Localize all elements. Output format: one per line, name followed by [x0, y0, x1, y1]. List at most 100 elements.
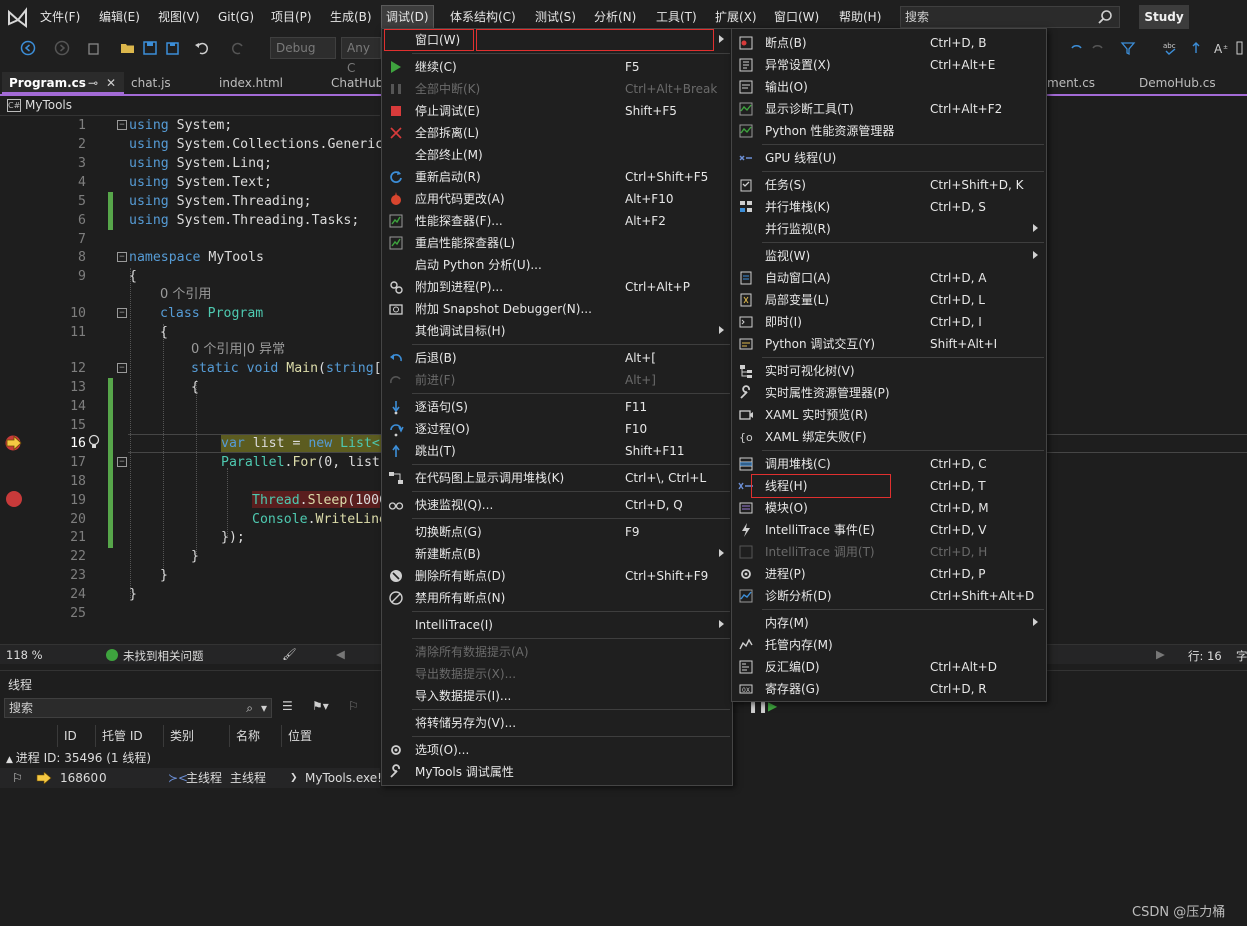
close-icon[interactable]: ✕	[106, 72, 116, 94]
menu-item-memory[interactable]: 内存(M)	[732, 612, 1046, 634]
menu-tools[interactable]: 工具(T)	[652, 7, 701, 27]
menu-item-toggle-breakpoint[interactable]: 切换断点(G) F9	[382, 521, 732, 543]
zoom-dropdown[interactable]: 118 %	[6, 648, 43, 662]
menu-item-import-data-tips[interactable]: 导入数据提示(I)...	[382, 685, 732, 707]
menu-item-registers[interactable]: 0X 寄存器(G) Ctrl+D, R	[732, 678, 1046, 700]
menu-item-tasks[interactable]: 任务(S) Ctrl+Shift+D, K	[732, 174, 1046, 196]
group-icon[interactable]: ☰	[282, 699, 293, 713]
breakpoint-icon[interactable]	[6, 491, 22, 507]
menu-item-save-dump-as[interactable]: 将转储另存为(V)...	[382, 712, 732, 734]
tab-chat-js[interactable]: chat.js	[124, 72, 212, 94]
scroll-left-icon[interactable]: ◀	[336, 647, 345, 661]
menu-git[interactable]: Git(G)	[214, 7, 258, 27]
menu-item-apply-code-changes[interactable]: 应用代码更改(A) Alt+F10	[382, 188, 732, 210]
platform-dropdown[interactable]: Any C	[341, 37, 381, 75]
save-all-icon[interactable]	[164, 40, 180, 56]
brush-icon[interactable]: 🖌	[282, 647, 297, 661]
menu-item-disassembly[interactable]: 反汇编(D) Ctrl+Alt+D	[732, 656, 1046, 678]
menu-item-python-interactive[interactable]: Python 调试交互(Y) Shift+Alt+I	[732, 333, 1046, 355]
menu-item-gpu-threads[interactable]: GPU 线程(U)	[732, 147, 1046, 169]
menu-item-live-visual-tree[interactable]: 实时可视化树(V)	[732, 360, 1046, 382]
menu-item-new-breakpoint[interactable]: 新建断点(B)	[382, 543, 732, 565]
menu-item-processes[interactable]: 进程(P) Ctrl+D, P	[732, 563, 1046, 585]
filter-flag-icon[interactable]: ⚐	[348, 699, 359, 713]
menu-item-other-debug-targets[interactable]: 其他调试目标(H)	[382, 320, 732, 342]
menu-item-step-over[interactable]: 逐过程(O) F10	[382, 418, 732, 440]
column-id[interactable]: ID	[58, 725, 96, 747]
column-category[interactable]: 类别	[164, 725, 230, 747]
menu-item-intellitrace[interactable]: IntelliTrace(I)	[382, 614, 732, 636]
pin-icon[interactable]: ⊸	[88, 72, 98, 94]
process-group-row[interactable]: ▲ 进程 ID: 35496 (1 线程)	[6, 749, 151, 766]
menu-view[interactable]: 视图(V)	[154, 7, 204, 27]
text-up-icon[interactable]	[1192, 40, 1208, 56]
open-folder-icon[interactable]	[120, 40, 136, 56]
column-location[interactable]: 位置	[282, 725, 382, 747]
global-search-input[interactable]: 搜索	[900, 6, 1120, 28]
codelens-references[interactable]: 0 个引用	[160, 285, 211, 304]
filter-icon[interactable]	[1120, 40, 1136, 56]
menu-item-call-stack[interactable]: 调用堆栈(C) Ctrl+D, C	[732, 453, 1046, 475]
menu-item-intellitrace-events[interactable]: IntelliTrace 事件(E) Ctrl+D, V	[732, 519, 1046, 541]
menu-item-quick-watch[interactable]: 快速监视(Q)... Ctrl+D, Q	[382, 494, 732, 516]
menu-item-python-profiling[interactable]: 启动 Python 分析(U)...	[382, 254, 732, 276]
menu-item-live-property-explorer[interactable]: 实时属性资源管理器(P)	[732, 382, 1046, 404]
study-button[interactable]: Study	[1139, 5, 1189, 29]
menu-item-breakpoints[interactable]: 断点(B) Ctrl+D, B	[732, 32, 1046, 54]
forward-icon[interactable]	[54, 40, 70, 56]
menu-item-step-out[interactable]: 跳出(T) Shift+F11	[382, 440, 732, 462]
menu-item-detach-all[interactable]: 全部拆离(L)	[382, 122, 732, 144]
collapse-icon[interactable]: ▲	[6, 755, 16, 765]
menu-item-terminate-all[interactable]: 全部终止(M)	[382, 144, 732, 166]
menu-item-diagnostic-analysis[interactable]: 诊断分析(D) Ctrl+Shift+Alt+D	[732, 585, 1046, 607]
fold-toggle[interactable]: −	[117, 457, 127, 467]
undo-secondary-icon[interactable]	[1068, 40, 1084, 56]
spellcheck-icon[interactable]: abc	[1162, 40, 1178, 56]
menu-item-disable-all-breakpoints[interactable]: 禁用所有断点(N)	[382, 587, 732, 609]
menu-item-immediate[interactable]: 即时(I) Ctrl+D, I	[732, 311, 1046, 333]
menu-item-watch[interactable]: 监视(W)	[732, 245, 1046, 267]
font-size-icon[interactable]: A ±	[1214, 40, 1230, 56]
issues-indicator[interactable]: 未找到相关问题	[123, 648, 204, 664]
menu-build[interactable]: 生成(B)	[326, 7, 376, 27]
menu-item-managed-memory[interactable]: 托管内存(M)	[732, 634, 1046, 656]
menu-project[interactable]: 项目(P)	[267, 7, 316, 27]
fold-toggle[interactable]: −	[117, 120, 127, 130]
menu-file[interactable]: 文件(F)	[36, 7, 84, 27]
column-managed-id[interactable]: 托管 ID	[96, 725, 164, 747]
menu-item-continue[interactable]: 继续(C) F5	[382, 56, 732, 78]
config-dropdown[interactable]: Debug	[270, 37, 336, 59]
menu-edit[interactable]: 编辑(E)	[95, 7, 144, 27]
menu-item-step-into[interactable]: 逐语句(S) F11	[382, 396, 732, 418]
flag-icon[interactable]: ⚑▾	[312, 699, 329, 713]
menu-item-diagnostic-tools[interactable]: 显示诊断工具(T) Ctrl+Alt+F2	[732, 98, 1046, 120]
menu-item-xaml-binding-failures[interactable]: {o} XAML 绑定失败(F)	[732, 426, 1046, 448]
menu-item-code-map-call-stack[interactable]: 在代码图上显示调用堆栈(K) Ctrl+\, Ctrl+L	[382, 467, 732, 489]
tab-index-html[interactable]: index.html	[212, 72, 324, 94]
menu-item-output[interactable]: 输出(O)	[732, 76, 1046, 98]
menu-item-stop-debugging[interactable]: 停止调试(E) Shift+F5	[382, 100, 732, 122]
menu-analyze[interactable]: 分析(N)	[590, 7, 640, 27]
menu-item-xaml-live-preview[interactable]: XAML 实时预览(R)	[732, 404, 1046, 426]
redo-icon[interactable]	[230, 40, 246, 56]
new-item-icon[interactable]	[86, 40, 102, 56]
menu-item-restart[interactable]: 重新启动(R) Ctrl+Shift+F5	[382, 166, 732, 188]
menu-item-autos[interactable]: 自动窗口(A) Ctrl+D, A	[732, 267, 1046, 289]
lightbulb-icon[interactable]	[87, 434, 101, 450]
menu-item-attach-snapshot-debugger[interactable]: 附加 Snapshot Debugger(N)...	[382, 298, 732, 320]
back-icon[interactable]	[20, 40, 36, 56]
menu-item-modules[interactable]: 模块(O) Ctrl+D, M	[732, 497, 1046, 519]
menu-test[interactable]: 测试(S)	[531, 7, 580, 27]
menu-item-parallel-stacks[interactable]: 并行堆栈(K) Ctrl+D, S	[732, 196, 1046, 218]
fold-toggle[interactable]: −	[117, 308, 127, 318]
menu-architecture[interactable]: 体系结构(C)	[446, 7, 520, 27]
tab-ment-cs[interactable]: ment.cs	[1040, 72, 1132, 94]
threads-search-input[interactable]: 搜索 ⌕ ▾	[4, 698, 272, 718]
chevron-down-icon[interactable]: ▾	[261, 699, 267, 717]
menu-item-locals[interactable]: 局部变量(L) Ctrl+D, L	[732, 289, 1046, 311]
menu-item-attach-to-process[interactable]: 附加到进程(P)... Ctrl+Alt+P	[382, 276, 732, 298]
menu-item-exception-settings[interactable]: 异常设置(X) Ctrl+Alt+E	[732, 54, 1046, 76]
menu-item-debug-properties[interactable]: MyTools 调试属性	[382, 761, 732, 783]
menu-item-relaunch-profiler[interactable]: 重启性能探查器(L)	[382, 232, 732, 254]
column-name[interactable]: 名称	[230, 725, 282, 747]
